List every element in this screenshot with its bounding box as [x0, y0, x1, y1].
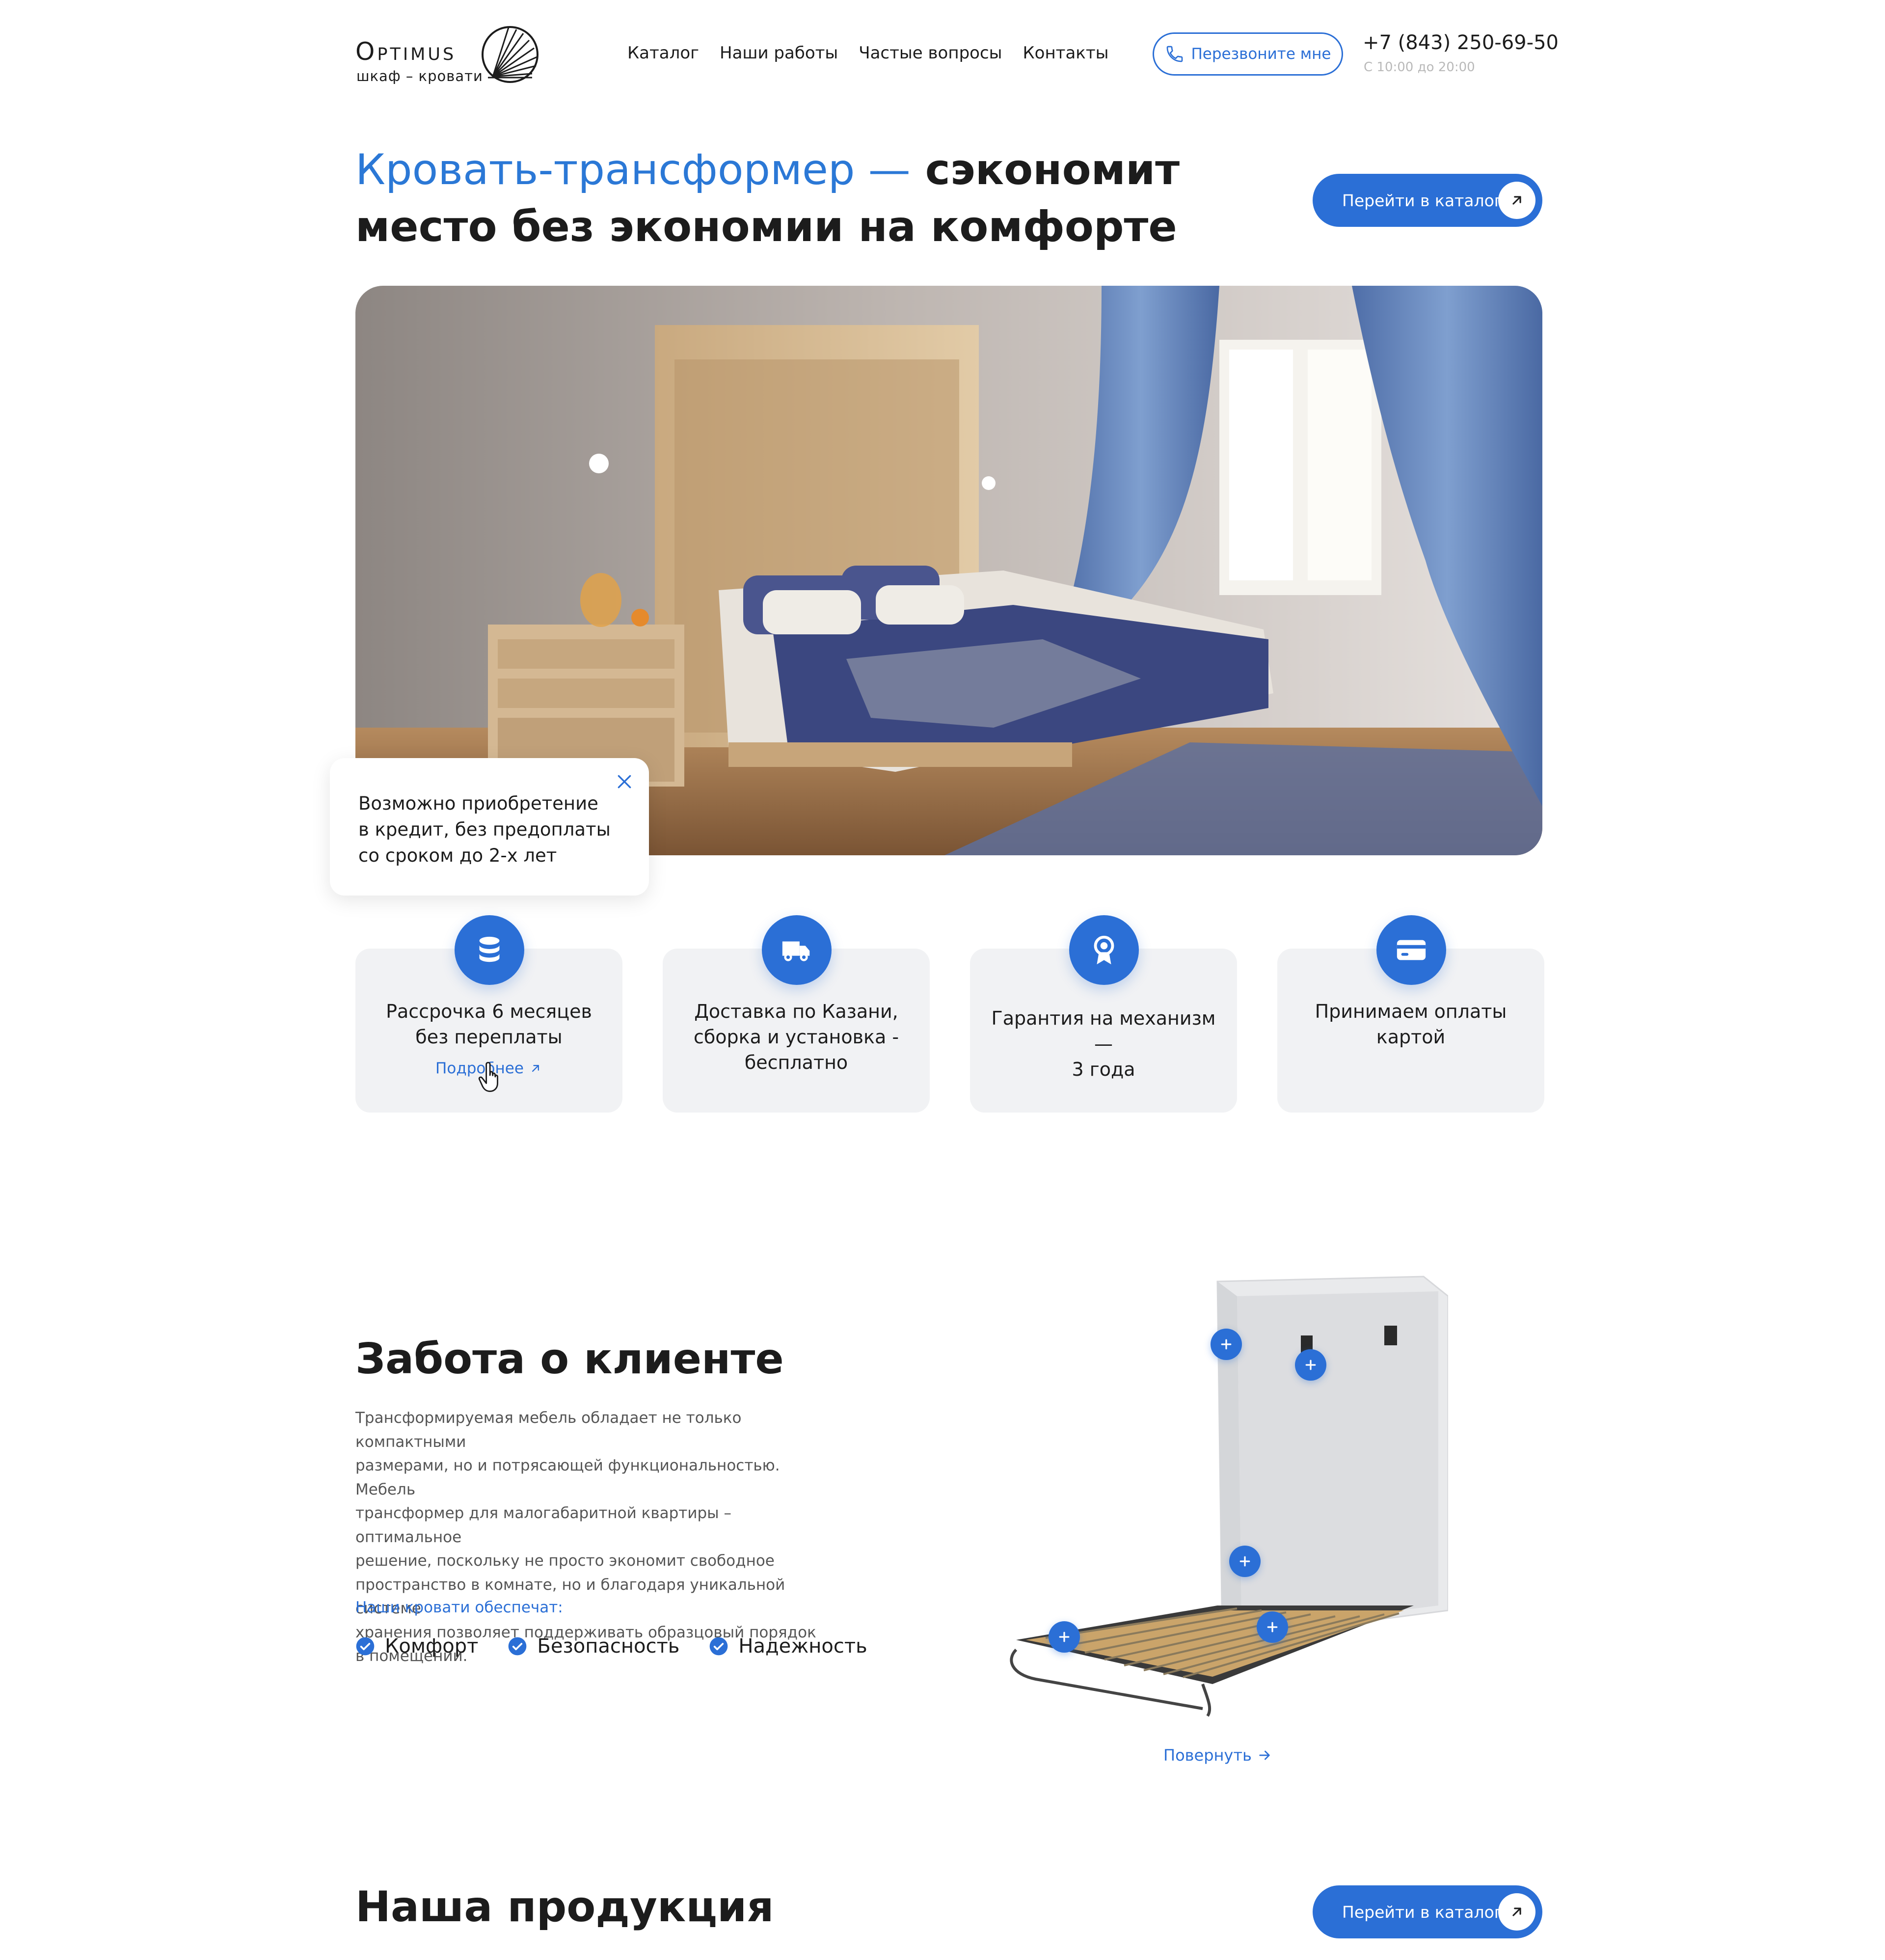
care-text-line: решение, поскольку не просто экономит св… [355, 1552, 775, 1570]
feature-warranty: Гарантия на механизм — 3 года [970, 915, 1237, 1113]
hero-title: Кровать-трансформер — сэкономит место бе… [355, 141, 1190, 255]
benefit-reliability: Надежность [709, 1635, 867, 1658]
feature-delivery: Доставка по Казани, сборка и установка -… [663, 915, 930, 1113]
close-icon[interactable] [615, 772, 634, 791]
feature-text-line-1: Рассрочка 6 месяцев [386, 1001, 592, 1022]
plus-icon [1305, 1360, 1316, 1370]
feature-text-line-3: бесплатно [744, 1052, 848, 1073]
check-circle-icon [509, 1637, 527, 1656]
nav-our-works[interactable]: Наши работы [720, 43, 838, 63]
feature-text-line-1: Принимаем оплаты [1315, 1001, 1507, 1022]
check-circle-icon [710, 1637, 728, 1656]
benefit-comfort: Комфорт [355, 1635, 478, 1658]
callback-label: Перезвоните мне [1191, 45, 1331, 63]
logo-wordmark: Optimus [355, 37, 457, 66]
main-nav: Каталог Наши работы Частые вопросы Конта… [627, 43, 1109, 63]
rotate-link[interactable]: Повернуть [1163, 1746, 1272, 1765]
award-icon [1069, 915, 1139, 985]
products-catalog-button[interactable]: Перейти в каталог [1313, 1885, 1542, 1938]
care-text-line: Трансформируемая мебель обладает не толь… [355, 1409, 742, 1451]
benefit-label: Комфорт [385, 1635, 479, 1658]
hotspot-frame[interactable] [1049, 1621, 1080, 1653]
hand-cursor-icon [478, 1062, 498, 1092]
products-catalog-label: Перейти в каталог [1342, 1902, 1503, 1922]
working-hours: С 10:00 до 20:00 [1364, 60, 1475, 75]
plus-icon [1239, 1556, 1250, 1567]
rotate-label: Повернуть [1163, 1746, 1252, 1765]
feature-text-line-2: без переплаты [415, 1026, 563, 1048]
logo[interactable]: Optimus шкаф – кровати [355, 23, 542, 86]
plus-icon [1059, 1632, 1070, 1642]
hero-catalog-label: Перейти в каталог [1342, 191, 1503, 210]
check-circle-icon [356, 1637, 375, 1656]
benefit-safety: Безопасность [508, 1635, 679, 1658]
callback-button[interactable]: Перезвоните мне [1153, 32, 1343, 76]
feature-card-payment: Принимаем оплаты картой [1277, 915, 1544, 1113]
care-text-line: размерами, но и потрясающей функциональн… [355, 1457, 780, 1498]
hero-catalog-button[interactable]: Перейти в каталог [1313, 174, 1542, 227]
phone-number[interactable]: +7 (843) 250-69-50 [1363, 31, 1559, 54]
hotspot-slats[interactable] [1257, 1611, 1288, 1643]
truck-icon [762, 915, 832, 985]
arrow-right-icon [1259, 1750, 1270, 1760]
arrow-up-right-icon [1498, 182, 1535, 219]
plus-icon [1221, 1339, 1232, 1350]
benefits-list: Комфорт Безопасность Надежность [355, 1635, 867, 1658]
credit-text-line-1: Возможно приобретение [358, 793, 598, 814]
arrow-up-right-icon [1498, 1893, 1535, 1931]
care-subtitle: Наши кровати обеспечат: [355, 1599, 563, 1616]
hotspot-middle[interactable] [1229, 1546, 1261, 1577]
logo-subtitle: шкаф – кровати [356, 68, 483, 84]
logo-fan-icon [482, 26, 539, 83]
credit-card-icon [1376, 915, 1446, 985]
nav-catalog[interactable]: Каталог [627, 43, 699, 63]
benefit-label: Надежность [738, 1635, 867, 1658]
feature-text-line-2: сборка и установка - [693, 1026, 899, 1048]
nav-contacts[interactable]: Контакты [1023, 43, 1109, 63]
feature-text-line-2: картой [1376, 1026, 1446, 1048]
credit-info-popup: Возможно приобретение в кредит, без пред… [330, 758, 649, 896]
plus-icon [1267, 1622, 1278, 1633]
feature-text-line-1: Гарантия на механизм — [991, 1007, 1216, 1055]
nav-faq[interactable]: Частые вопросы [859, 43, 1002, 63]
care-title: Забота о клиенте [355, 1334, 784, 1384]
coins-icon [455, 915, 524, 985]
care-text-line: трансформер для малогабаритной квартиры … [355, 1504, 731, 1546]
credit-text-line-3: со сроком до 2-х лет [358, 845, 557, 866]
arrow-up-right-icon [532, 1065, 539, 1072]
hotspot-top-left[interactable] [1211, 1329, 1242, 1360]
benefit-label: Безопасность [537, 1635, 680, 1658]
feature-text-line-2: 3 года [1072, 1059, 1135, 1080]
products-title: Наша продукция [355, 1882, 774, 1932]
credit-text-line-2: в кредит, без предоплаты [358, 819, 611, 840]
feature-text-line-1: Доставка по Казани, [694, 1001, 898, 1022]
hotspot-top-right[interactable] [1295, 1349, 1326, 1381]
hero-title-accent: Кровать-трансформер — [355, 145, 911, 194]
phone-icon [1166, 46, 1183, 62]
care-description: Трансформируемая мебель обладает не толь… [355, 1406, 827, 1668]
